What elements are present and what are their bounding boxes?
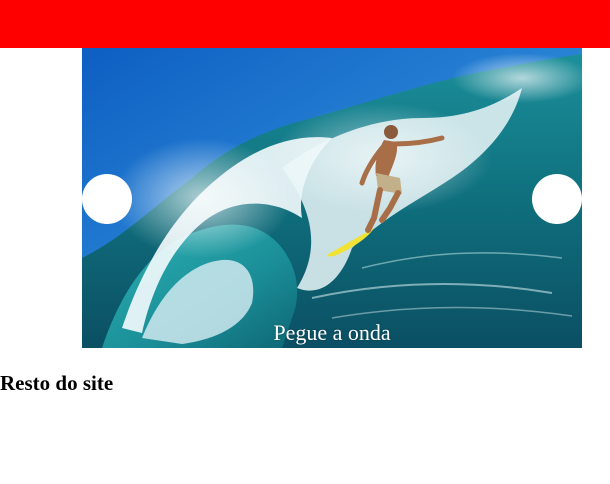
circle-prev-icon[interactable] [82,174,132,224]
surfer-wave-image [82,48,582,348]
slide-caption: Pegue a onda [273,320,391,345]
rest-of-site-heading: Resto do site [0,371,114,395]
header-bar [0,0,610,48]
image-slider: Pegue a onda [82,48,582,348]
circle-next-icon[interactable] [532,174,582,224]
